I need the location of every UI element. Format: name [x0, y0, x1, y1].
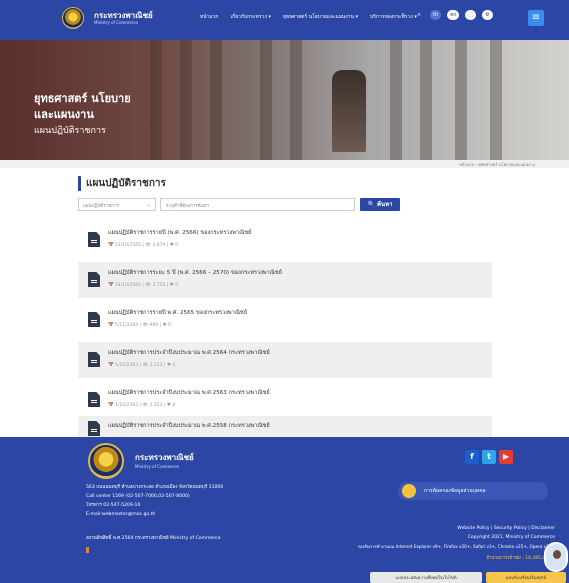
document-item[interactable]: แผนปฏิบัติราชการประจำปีงบประมาณ พ.ศ.2558… — [78, 416, 492, 437]
pdpa-label: การคุ้มครองข้อมูลส่วนบุคคล — [424, 488, 486, 494]
lang-en-button[interactable]: en — [447, 10, 460, 20]
satisfaction-survey-button[interactable]: แบบประเมินความพึงพอใจเว็บไซต์ — [370, 572, 482, 583]
brand-th: กระทรวงพาณิชย์ — [94, 11, 153, 20]
footer-fax: โทรสาร 02-547-5209-10 — [86, 503, 141, 508]
document-meta: 📅 1/10/2562 | 👁 1,323 | ♥ 0 — [108, 403, 176, 408]
document-item[interactable]: แผนปฏิบัติราชการรายปี (พ.ศ. 2566) ของกระ… — [78, 222, 492, 258]
brand[interactable]: กระทรวงพาณิชย์ Ministry of Commerce — [94, 11, 153, 26]
nav-strategy[interactable]: ยุทธศาสตร์ นโยบายและแผนงาน ▾ — [283, 13, 358, 21]
document-title[interactable]: แผนปฏิบัติราชการประจำปีงบประมาณ พ.ศ.2564… — [108, 349, 270, 357]
footer-logo[interactable] — [88, 443, 124, 479]
document-meta: 📅 1/10/2563 | 👁 1,523 | ♥ 0 — [108, 363, 176, 368]
category-select-value: แผนปฏิบัติราชการ — [83, 204, 119, 209]
ministry-logo[interactable] — [62, 7, 84, 29]
footer-badge — [86, 547, 89, 553]
document-title[interactable]: แผนปฏิบัติราชการรายปี พ.ศ. 2565 ของกระทร… — [108, 309, 247, 317]
footer-brand-th: กระทรวงพาณิชย์ — [135, 453, 194, 462]
hero-subtitle: แผนปฏิบัติราชการ — [34, 126, 106, 136]
bottom-actions: แบบประเมินความพึงพอใจเว็บไซต์ แบบร้องเรี… — [370, 572, 569, 583]
document-icon — [88, 421, 100, 436]
top-navbar: กระทรวงพาณิชย์ Ministry of Commerce หน้า… — [0, 0, 569, 40]
footer-brand: กระทรวงพาณิชย์ Ministry of Commerce — [135, 451, 194, 469]
font-decrease-button[interactable]: ก — [398, 10, 408, 20]
document-meta: 📅 31/10/2565 | 👁 3,755 | ♥ 0 — [108, 283, 179, 288]
header-tools: ก ก th en ⬚ ⚙ — [398, 10, 493, 20]
page-title: แผนปฏิบัติราชการ — [78, 176, 166, 191]
social-links: f t ▶ — [465, 450, 513, 464]
visit-counter: จำนวนการเข้าชม : 18,385,877 — [486, 556, 551, 561]
lang-th-button[interactable]: th — [430, 10, 442, 20]
document-icon — [88, 392, 100, 407]
document-item[interactable]: แผนปฏิบัติราชการระยะ 5 ปี (พ.ศ. 2566 – 2… — [78, 262, 492, 298]
search-button[interactable]: 🔍 ค้นหา — [360, 198, 400, 211]
footer-call-center: Call center 1569 (02-507-7000,02-507-800… — [86, 494, 190, 499]
font-increase-button[interactable]: ก — [414, 10, 424, 20]
footer-email[interactable]: E-mail:webmaster@moc.go.th — [86, 510, 223, 519]
pdpa-icon — [402, 484, 416, 498]
chevron-down-icon: ⌄ — [146, 202, 151, 208]
document-meta: 📅 31/10/2565 | 👁 4,879 | ♥ 0 — [108, 243, 179, 248]
document-title[interactable]: แผนปฏิบัติราชการรายปี (พ.ศ. 2566) ของกระ… — [108, 229, 251, 237]
accessibility-icon[interactable]: ⚙ — [482, 10, 493, 20]
footer-copyright-en: Copyright 2021, Ministry of Commerce — [467, 535, 555, 540]
document-meta: 📅 5/11/2564 | 👁 986 | ♥ 0 — [108, 323, 171, 328]
youtube-icon[interactable]: ▶ — [499, 450, 513, 464]
footer-copyright-th: สงวนลิขสิทธิ์ พ.ศ.2564 กระทรวงพาณิชย์ Mi… — [86, 536, 221, 541]
main-nav: หน้าแรก เกี่ยวกับกระทรวง ▾ ยุทธศาสตร์ นโ… — [200, 13, 417, 21]
document-icon — [88, 232, 100, 247]
footer-contact: 563 ถนนนนทบุรี ตำบลบางกระสอ อำเภอเมือง จ… — [86, 483, 223, 519]
document-item[interactable]: แผนปฏิบัติราชการประจำปีงบประมาณ พ.ศ.2563… — [78, 382, 492, 418]
document-icon — [88, 352, 100, 367]
hero-title: ยุทธศาสตร์ นโยบาย และแผนงาน — [34, 92, 131, 121]
footer-brand-en: Ministry of Commerce — [135, 464, 179, 469]
document-icon — [88, 272, 100, 287]
footer-address: 563 ถนนนนทบุรี ตำบลบางกระสอ อำเภอเมือง จ… — [86, 485, 224, 490]
search-button-label: ค้นหา — [377, 201, 393, 208]
statue-image — [332, 70, 366, 152]
pdpa-button[interactable]: การคุ้มครองข้อมูลส่วนบุคคล — [398, 482, 548, 500]
brand-en: Ministry of Commerce — [94, 20, 138, 25]
category-select[interactable]: แผนปฏิบัติราชการ ⌄ — [78, 198, 156, 211]
complaint-button[interactable]: แบบร้องเรียน/ร้องทุกข์ — [486, 572, 566, 583]
document-item[interactable]: แผนปฏิบัติราชการประจำปีงบประมาณ พ.ศ.2564… — [78, 342, 492, 378]
document-title[interactable]: แผนปฏิบัติราชการประจำปีงบประมาณ พ.ศ.2563… — [108, 389, 270, 397]
document-item[interactable]: แผนปฏิบัติราชการรายปี พ.ศ. 2565 ของกระทร… — [78, 302, 492, 338]
nav-home[interactable]: หน้าแรก — [200, 13, 218, 21]
document-title[interactable]: แผนปฏิบัติราชการระยะ 5 ปี (พ.ศ. 2566 – 2… — [108, 269, 282, 277]
document-icon — [88, 312, 100, 327]
footer: กระทรวงพาณิชย์ Ministry of Commerce 563 … — [0, 437, 569, 583]
breadcrumb: หน้าแรก › ยุทธศาสตร์ นโยบายและแผนงาน — [0, 160, 569, 168]
facebook-icon[interactable]: f — [465, 450, 479, 464]
policy-links[interactable]: Website Policy | Security Policy | Discl… — [457, 526, 555, 531]
hamburger-icon[interactable]: ≡ — [528, 10, 544, 26]
sitemap-icon[interactable]: ⬚ — [465, 10, 477, 20]
browser-support: รองรับการทำงานบน Internet Explorer v9+, … — [357, 544, 555, 549]
search-input[interactable]: ระบุคำที่ต้องการค้นหา — [160, 198, 355, 211]
document-title[interactable]: แผนปฏิบัติราชการประจำปีงบประมาณ พ.ศ.2558… — [108, 422, 270, 430]
nav-about[interactable]: เกี่ยวกับกระทรวง ▾ — [230, 13, 270, 21]
breadcrumb-text[interactable]: หน้าแรก › ยุทธศาสตร์ นโยบายและแผนงาน — [459, 161, 535, 168]
chat-assistant-avatar[interactable] — [544, 542, 568, 572]
twitter-icon[interactable]: t — [482, 450, 496, 464]
